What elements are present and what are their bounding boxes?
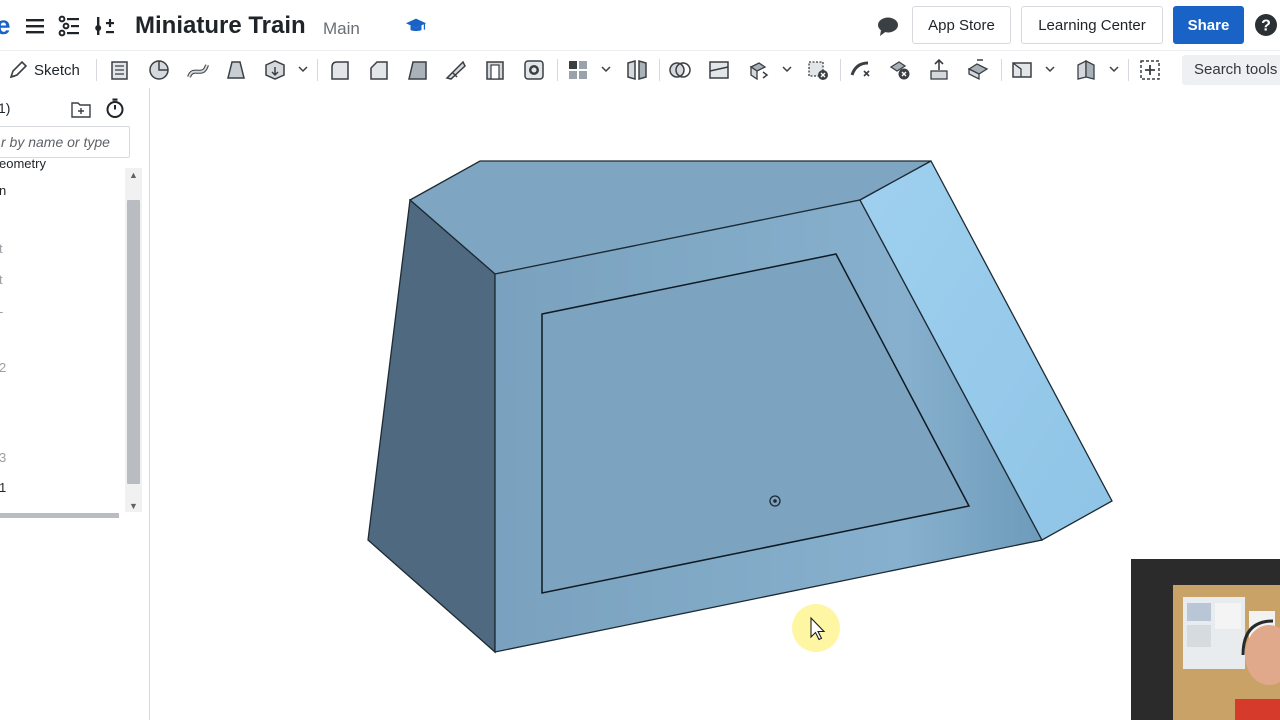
- feature-item[interactable]: -: [0, 304, 3, 319]
- document-title[interactable]: Miniature Train: [135, 12, 306, 40]
- share-button[interactable]: Share: [1173, 6, 1244, 44]
- webcam-overlay: [1131, 559, 1280, 720]
- hole-icon[interactable]: [521, 57, 547, 83]
- draft-icon[interactable]: [405, 57, 431, 83]
- chevron-down-icon[interactable]: [1108, 63, 1120, 75]
- plane-icon[interactable]: [1009, 57, 1035, 83]
- graphics-viewport[interactable]: [151, 88, 1280, 720]
- left-face[interactable]: [367, 198, 496, 654]
- sweep-icon[interactable]: [185, 57, 211, 83]
- search-tools-input[interactable]: Search tools: [1182, 55, 1280, 85]
- chevron-down-icon[interactable]: [781, 63, 793, 75]
- feature-item[interactable]: 3: [0, 450, 6, 465]
- delete-part-icon[interactable]: [805, 57, 831, 83]
- replace-face-icon[interactable]: [965, 57, 991, 83]
- app-store-button[interactable]: App Store: [912, 6, 1011, 44]
- graduation-cap-icon[interactable]: [405, 15, 427, 37]
- chevron-down-icon[interactable]: [1044, 63, 1056, 75]
- linear-pattern-icon[interactable]: [565, 57, 591, 83]
- svg-text:?: ?: [1261, 18, 1271, 35]
- toolbar-separator: [1128, 59, 1129, 81]
- filter-by-name-input[interactable]: r by name or type: [0, 126, 130, 158]
- hamburger-menu-icon[interactable]: [23, 14, 47, 38]
- chamfer-icon[interactable]: [366, 57, 392, 83]
- help-icon[interactable]: ?: [1254, 13, 1278, 37]
- modify-fillet-icon[interactable]: [848, 57, 874, 83]
- sketch-button[interactable]: Sketch: [4, 55, 84, 85]
- toolbar-separator: [557, 59, 558, 81]
- toolbar-separator: [1001, 59, 1002, 81]
- split-icon[interactable]: [706, 57, 732, 83]
- shell-icon[interactable]: [482, 57, 508, 83]
- top-header: e Miniature Train Main App Store Learnin…: [0, 0, 1280, 50]
- pencil-icon: [9, 60, 28, 79]
- feature-item[interactable]: n: [0, 183, 6, 198]
- extrude-icon[interactable]: [107, 57, 133, 83]
- add-custom-feature-icon[interactable]: [1137, 57, 1163, 83]
- delete-face-icon[interactable]: [887, 57, 913, 83]
- sketch-label: Sketch: [34, 61, 80, 79]
- transform-icon[interactable]: [745, 57, 771, 83]
- toolbar-separator: [317, 59, 318, 81]
- horizontal-scrollbar[interactable]: [0, 513, 119, 518]
- feature-list-icon[interactable]: [57, 14, 81, 38]
- toolbar-separator: [659, 59, 660, 81]
- move-face-icon[interactable]: [926, 57, 952, 83]
- comment-icon[interactable]: [876, 14, 900, 38]
- toolbar-separator: [840, 59, 841, 81]
- chevron-down-icon[interactable]: [297, 63, 309, 75]
- toolbar-separator: [96, 59, 97, 81]
- app-logo[interactable]: e: [0, 10, 10, 41]
- stopwatch-icon[interactable]: [104, 97, 126, 119]
- fillet-icon[interactable]: [327, 57, 353, 83]
- revolve-icon[interactable]: [146, 57, 172, 83]
- add-folder-icon[interactable]: [70, 98, 92, 120]
- boolean-icon[interactable]: [667, 57, 693, 83]
- scrollbar-thumb[interactable]: [127, 200, 140, 484]
- feature-item[interactable]: 2: [0, 360, 6, 375]
- feature-item[interactable]: t: [0, 241, 3, 256]
- loft-icon[interactable]: [223, 57, 249, 83]
- feature-item[interactable]: eometry: [0, 156, 46, 171]
- mate-connector-icon[interactable]: [1073, 57, 1099, 83]
- branch-label[interactable]: Main: [323, 19, 360, 39]
- feature-list-panel: 1) r by name or type eometry n t t - 2 3…: [0, 88, 150, 720]
- scroll-up-arrow-icon[interactable]: ▲: [129, 170, 138, 180]
- feature-list-title: 1): [0, 100, 11, 116]
- part-model[interactable]: [151, 88, 1280, 720]
- learning-center-button[interactable]: Learning Center: [1021, 6, 1163, 44]
- mirror-icon[interactable]: [624, 57, 650, 83]
- chevron-down-icon[interactable]: [600, 63, 612, 75]
- variables-icon[interactable]: [93, 14, 117, 38]
- rib-icon[interactable]: [443, 57, 469, 83]
- thicken-icon[interactable]: [262, 57, 288, 83]
- presenter-video: [1131, 559, 1280, 720]
- origin-dot: [773, 499, 777, 503]
- feature-item[interactable]: t: [0, 272, 3, 287]
- feature-toolbar: Sketch Search tools: [0, 50, 1280, 88]
- feature-item[interactable]: 1: [0, 480, 6, 495]
- scroll-down-arrow-icon[interactable]: ▼: [129, 501, 138, 511]
